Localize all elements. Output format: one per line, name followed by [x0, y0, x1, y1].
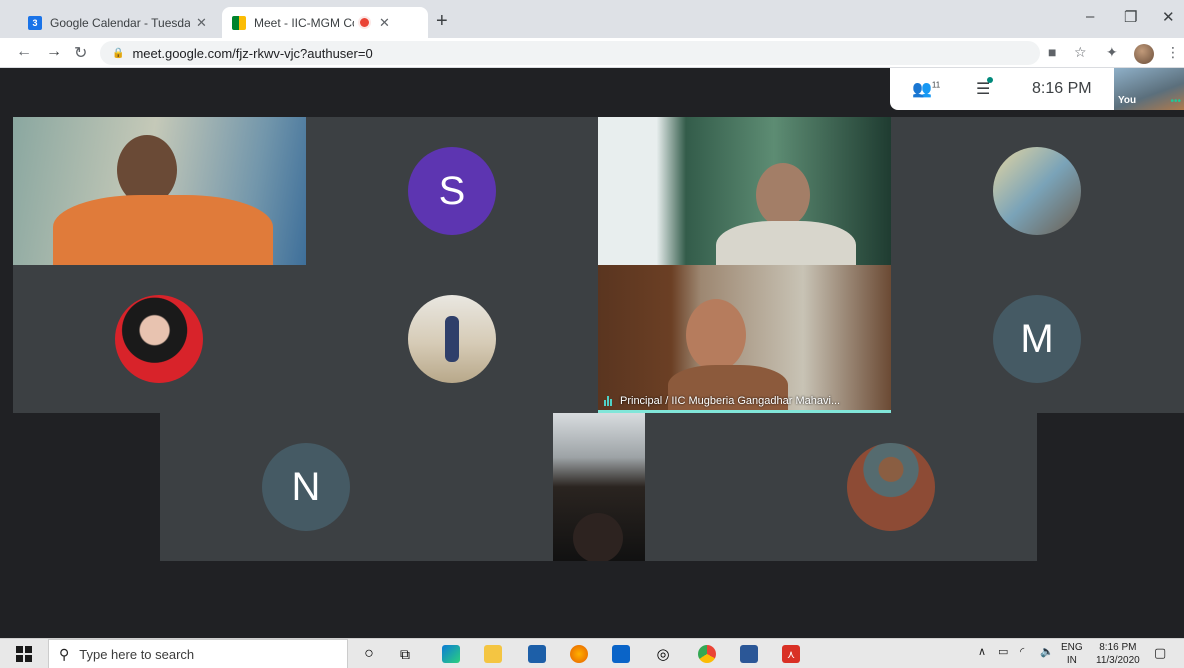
taskbar-search[interactable]: ⚲ Type here to search: [48, 639, 348, 668]
extensions-icon[interactable]: ✦: [1106, 44, 1118, 61]
browser-tabstrip: 3 Google Calendar - Tuesday, Nove ✕ Meet…: [0, 0, 1184, 38]
chrome-icon[interactable]: [698, 645, 716, 663]
restore-icon[interactable]: ❐: [1124, 8, 1137, 26]
file-explorer-icon[interactable]: [484, 645, 502, 663]
task-view-icon[interactable]: ⧉: [396, 645, 414, 663]
participant-video-3[interactable]: [553, 413, 645, 561]
person-robe: [53, 195, 273, 265]
participant-video-2[interactable]: [598, 117, 891, 265]
mail-icon[interactable]: [612, 645, 630, 663]
participant-tile-n[interactable]: N: [160, 413, 553, 561]
participant-tile-photo-4[interactable]: [645, 413, 1037, 561]
principal-video[interactable]: Principal / IIC Mugberia Gangadhar Mahav…: [598, 265, 891, 413]
caption-text: Principal / IIC Mugberia Gangadhar Mahav…: [620, 395, 841, 407]
avatar-m: M: [993, 295, 1081, 383]
windows-taskbar: ⚲ Type here to search ○ ⧉ ◎ ⋏ ∧ ▭ ◜ 🔈 EN…: [0, 638, 1184, 668]
windows-start-icon[interactable]: [16, 646, 32, 662]
close-icon[interactable]: ✕: [196, 15, 207, 31]
avatar-n: N: [262, 443, 350, 531]
participant-video-1[interactable]: [13, 117, 306, 265]
chat-button[interactable]: ☰: [976, 77, 994, 99]
close-icon[interactable]: ✕: [379, 15, 390, 31]
participant-count: 11: [931, 80, 941, 90]
search-icon: ⚲: [59, 645, 70, 662]
participant-photo-2: [115, 295, 203, 383]
participant-photo-3: [408, 295, 496, 383]
person-face: [756, 163, 810, 227]
tab-title: Meet - IIC-MGM Committee: [254, 15, 354, 30]
participant-photo-1: [993, 147, 1081, 235]
close-window-icon[interactable]: ✕: [1162, 8, 1175, 26]
language-indicator[interactable]: ENG IN: [1061, 641, 1083, 667]
recording-indicator-icon: [360, 18, 369, 27]
chat-icon: ☰: [976, 81, 991, 98]
minimize-icon[interactable]: –: [1086, 8, 1094, 25]
lock-icon: 🔒: [112, 47, 125, 59]
battery-icon[interactable]: ▭: [998, 645, 1008, 658]
participant-tile-s[interactable]: S: [306, 117, 598, 265]
lang-top: ENG: [1061, 642, 1083, 653]
profile-avatar[interactable]: [1134, 44, 1154, 64]
tab-title: Google Calendar - Tuesday, Nove: [50, 15, 190, 30]
person-shirt: [716, 221, 856, 265]
tab-google-calendar[interactable]: 3 Google Calendar - Tuesday, Nove ✕: [18, 7, 218, 38]
participant-tile-photo-1[interactable]: [891, 117, 1184, 265]
browser-toolbar: ← → ↻ 🔒 meet.google.com/fjz-rkwv-vjc?aut…: [0, 38, 1184, 68]
person-face: [573, 513, 623, 561]
notification-icon[interactable]: ▢: [1154, 645, 1166, 661]
notepad-icon[interactable]: [740, 645, 758, 663]
people-icon: 👥: [912, 81, 932, 98]
person-face: [686, 299, 746, 371]
avatar-s: S: [408, 147, 496, 235]
pdf-reader-icon[interactable]: ⋏: [782, 645, 800, 663]
people-button[interactable]: 👥11: [912, 79, 940, 99]
forward-arrow-icon[interactable]: →: [46, 43, 62, 61]
speaking-indicator-icon: [604, 396, 612, 406]
clock-time: 8:16 PM: [1099, 642, 1137, 653]
participant-tile-m[interactable]: M: [891, 265, 1184, 413]
meet-topbar: 👥11 ☰ 8:16 PM: [890, 68, 1114, 110]
app-icon[interactable]: ◎: [654, 645, 672, 663]
edge-icon[interactable]: [442, 645, 460, 663]
clock-date: 11/3/2020: [1096, 655, 1140, 666]
meet-favicon-icon: [232, 15, 246, 30]
firefox-icon[interactable]: [570, 645, 588, 663]
camera-icon[interactable]: ■: [1048, 44, 1056, 60]
cortana-icon[interactable]: ○: [360, 645, 378, 663]
volume-icon[interactable]: 🔈: [1040, 645, 1054, 658]
self-label: You: [1118, 95, 1137, 106]
meet-stage: 👥11 ☰ 8:16 PM You ••• S Principal / IIC …: [0, 68, 1184, 638]
tray-chevron-icon[interactable]: ∧: [978, 645, 986, 658]
taskbar-clock[interactable]: 8:16 PM 11/3/2020: [1096, 641, 1140, 667]
more-dots-icon[interactable]: •••: [1170, 96, 1181, 107]
store-icon[interactable]: [528, 645, 546, 663]
participant-caption: Principal / IIC Mugberia Gangadhar Mahav…: [604, 395, 840, 407]
back-arrow-icon[interactable]: ←: [16, 43, 32, 61]
person-figure: [445, 316, 459, 362]
new-tab-button[interactable]: +: [436, 10, 448, 33]
wifi-icon[interactable]: ◜: [1020, 645, 1024, 658]
reload-icon[interactable]: ↻: [74, 43, 87, 63]
address-url: meet.google.com/fjz-rkwv-vjc?authuser=0: [132, 45, 373, 61]
tab-google-meet[interactable]: Meet - IIC-MGM Committee ✕: [222, 7, 428, 38]
participant-tile-photo-2[interactable]: [13, 265, 306, 413]
menu-icon[interactable]: ⋮: [1166, 44, 1180, 61]
calendar-favicon-icon: 3: [28, 15, 42, 30]
chat-notification-dot: [987, 77, 994, 83]
meeting-time: 8:16 PM: [1032, 80, 1092, 97]
lang-bottom: IN: [1066, 655, 1077, 666]
participant-tile-photo-3[interactable]: [306, 265, 598, 413]
search-placeholder: Type here to search: [79, 646, 195, 662]
participant-photo-4: [847, 443, 935, 531]
self-view[interactable]: You •••: [1114, 68, 1184, 110]
star-icon[interactable]: ☆: [1074, 44, 1087, 61]
address-bar[interactable]: 🔒 meet.google.com/fjz-rkwv-vjc?authuser=…: [100, 41, 1040, 65]
screen: 3 Google Calendar - Tuesday, Nove ✕ Meet…: [0, 0, 1184, 668]
